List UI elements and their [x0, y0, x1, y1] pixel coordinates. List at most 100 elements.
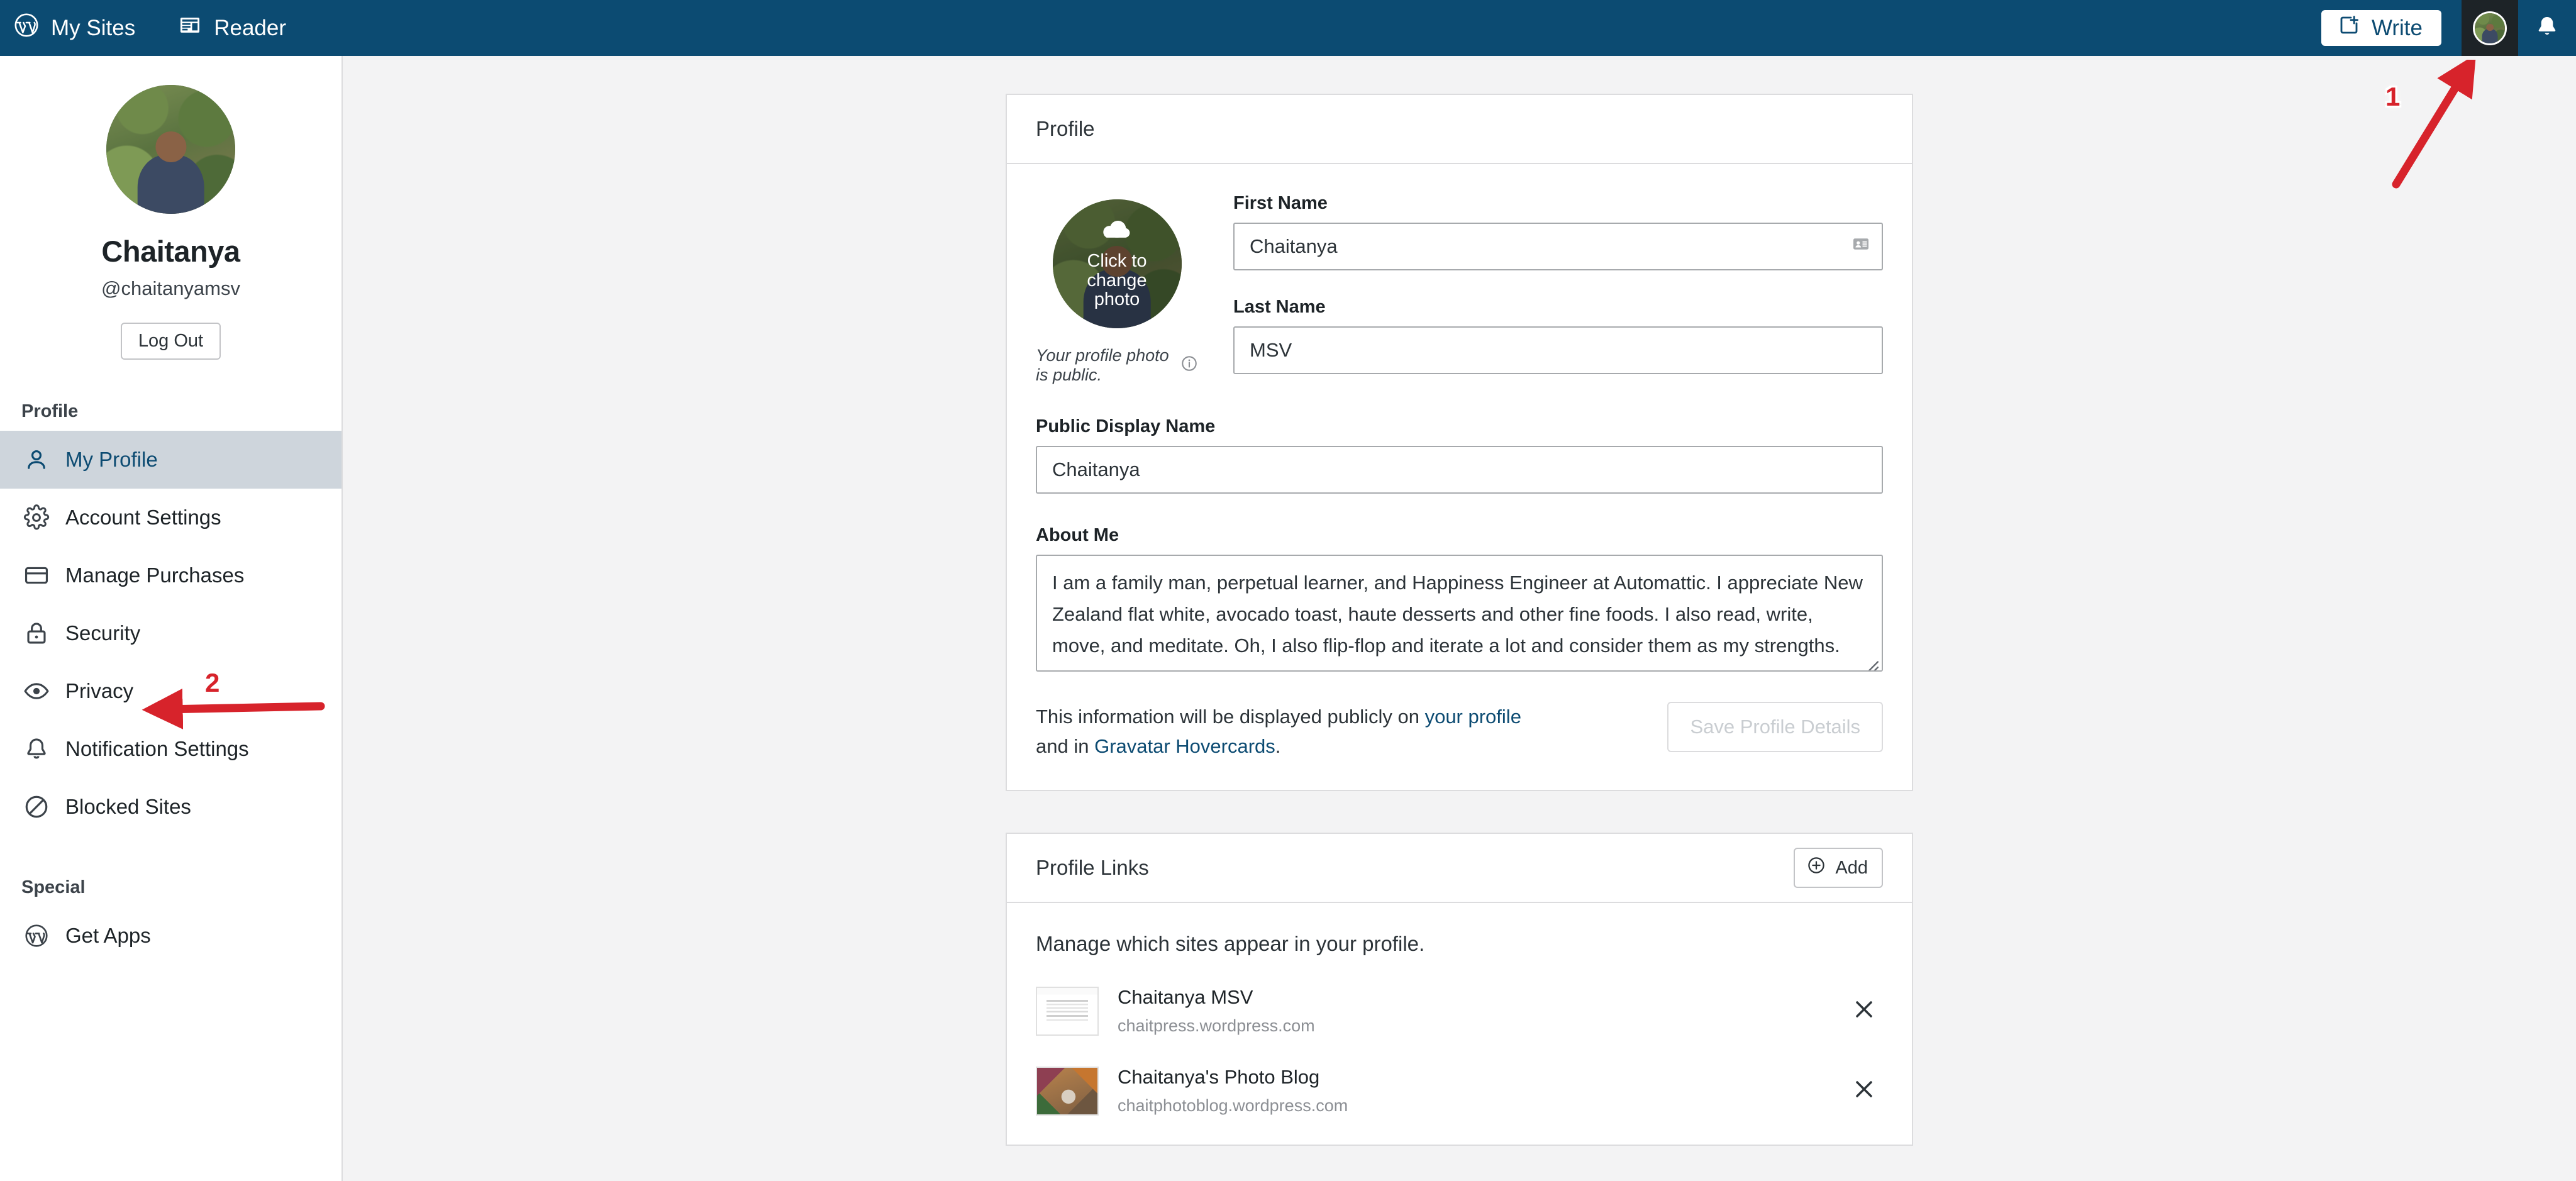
sidebar-handle: @chaitanyamsv [101, 277, 240, 299]
sidebar-item-blocked-sites[interactable]: Blocked Sites [0, 778, 341, 836]
cloud-upload-icon [1101, 218, 1133, 247]
remove-site-button[interactable] [1845, 992, 1883, 1030]
profile-links-body: Manage which sites appear in your profil… [1007, 903, 1912, 1145]
sidebar-section-title-special: Special [21, 877, 86, 897]
last-name-input[interactable]: MSV [1233, 326, 1883, 374]
profile-links-title: Profile Links [1036, 856, 1149, 880]
sidebar-item-label: Privacy [65, 679, 134, 702]
profile-links-card: Profile Links Add Manage which sites app… [1006, 833, 1913, 1146]
last-name-field-group: Last Name MSV [1233, 297, 1883, 374]
resize-handle-icon[interactable] [1863, 652, 1879, 670]
profile-links-header: Profile Links Add [1007, 834, 1912, 904]
sidebar-avatar[interactable] [106, 85, 235, 214]
close-x-icon [1850, 995, 1878, 1026]
display-name-value: Chaitanya [1052, 458, 1140, 480]
masthead-right-nav: Write [2321, 0, 2576, 56]
avatar-button[interactable] [2462, 0, 2518, 56]
sidebar-item-my-profile[interactable]: My Profile [0, 431, 341, 489]
notifications-bell-button[interactable] [2518, 0, 2576, 56]
site-title: Chaitanya MSV [1118, 986, 1253, 1009]
publicity-notice: This information will be displayed publi… [1036, 702, 1539, 761]
change-photo-label: Click to change photo [1087, 251, 1147, 310]
notifications-bell-icon [2534, 14, 2560, 42]
about-me-field-group: About Me I am a family man, perpetual le… [1036, 525, 1883, 672]
sidebar-item-label: Security [65, 621, 141, 645]
close-x-icon [1850, 1075, 1878, 1106]
site-thumbnail [1036, 1066, 1099, 1116]
bell-icon [23, 735, 50, 763]
profile-card-footer: This information will be displayed publi… [1036, 702, 1883, 761]
site-url: chaitpress.wordpress.com [1118, 1016, 1315, 1036]
photo-public-note: Your profile photo is public. [1036, 346, 1198, 385]
masthead-my-sites-label: My Sites [51, 15, 136, 40]
about-me-label: About Me [1036, 525, 1119, 545]
write-button-label: Write [2371, 15, 2423, 40]
site-meta: Chaitanya's Photo Blog chaitphotoblog.wo… [1118, 1066, 1826, 1116]
write-button[interactable]: Write [2321, 10, 2441, 46]
publicity-notice-suffix: . [1275, 735, 1281, 758]
write-post-icon [2338, 14, 2360, 42]
last-name-label: Last Name [1233, 297, 1326, 317]
masthead-reader[interactable]: Reader [157, 0, 308, 56]
last-name-value: MSV [1250, 339, 1292, 361]
display-name-label: Public Display Name [1036, 416, 1216, 436]
profile-photo-column: Click to change photo Your profile photo… [1036, 193, 1198, 385]
photo-public-note-text: Your profile photo is public. [1036, 346, 1169, 384]
sidebar: Chaitanya @chaitanyamsv Log Out Profile … [0, 56, 343, 1181]
add-profile-link-button[interactable]: Add [1794, 848, 1883, 889]
user-avatar-icon [2473, 11, 2507, 45]
sidebar-item-privacy[interactable]: Privacy [0, 662, 341, 720]
sidebar-item-label: Blocked Sites [65, 795, 191, 818]
profile-links-intro: Manage which sites appear in your profil… [1036, 932, 1425, 956]
user-icon [23, 446, 50, 474]
save-profile-details-button[interactable]: Save Profile Details [1667, 702, 1883, 752]
add-profile-link-label: Add [1835, 857, 1868, 878]
info-icon[interactable] [1180, 355, 1198, 377]
masthead: My Sites Reader Write [0, 0, 2576, 56]
block-icon [23, 793, 50, 821]
annotation-number-1: 1 [2385, 82, 2401, 111]
main-content: Profile Click to change photo Your profi… [343, 56, 2576, 1181]
masthead-my-sites[interactable]: My Sites [0, 0, 157, 56]
your-profile-link[interactable]: your profile [1425, 706, 1521, 728]
annotation-number-2: 2 [205, 668, 220, 697]
display-name-input[interactable]: Chaitanya [1036, 446, 1883, 494]
site-title: Chaitanya's Photo Blog [1118, 1066, 1320, 1089]
sidebar-item-notification-settings[interactable]: Notification Settings [0, 720, 341, 778]
profile-card-header: Profile [1007, 95, 1912, 164]
sidebar-item-label: Notification Settings [65, 737, 249, 760]
contact-card-icon[interactable] [1852, 235, 1870, 258]
masthead-left-nav: My Sites Reader [0, 0, 308, 56]
first-name-field-group: First Name Chaitanya [1233, 193, 1883, 270]
sidebar-profile-summary: Chaitanya @chaitanyamsv Log Out [0, 56, 341, 360]
name-fields-column: First Name Chaitanya Last Name MSV [1233, 193, 1883, 385]
plus-circle-icon [1806, 855, 1826, 880]
list-item[interactable]: Chaitanya's Photo Blog chaitphotoblog.wo… [1036, 1066, 1883, 1116]
page-title: Profile [1036, 117, 1095, 140]
list-item[interactable]: Chaitanya MSV chaitpress.wordpress.com [1036, 986, 1883, 1036]
first-name-input[interactable]: Chaitanya [1233, 223, 1883, 270]
wordpress-logo-icon [23, 922, 50, 950]
first-name-label: First Name [1233, 193, 1328, 213]
sidebar-item-label: Manage Purchases [65, 563, 245, 587]
site-url: chaitphotoblog.wordpress.com [1118, 1096, 1348, 1116]
profile-card: Profile Click to change photo Your profi… [1006, 94, 1913, 792]
site-meta: Chaitanya MSV chaitpress.wordpress.com [1118, 986, 1826, 1036]
eye-icon [23, 677, 50, 705]
first-name-value: Chaitanya [1250, 235, 1338, 257]
sidebar-item-label: My Profile [65, 448, 158, 471]
gravatar-hovercards-link[interactable]: Gravatar Hovercards [1094, 735, 1275, 757]
about-me-textarea[interactable]: I am a family man, perpetual learner, an… [1036, 555, 1883, 672]
logout-button[interactable]: Log Out [120, 323, 221, 360]
publicity-notice-prefix: This information will be displayed publi… [1036, 706, 1425, 728]
masthead-reader-label: Reader [214, 15, 286, 40]
remove-site-button[interactable] [1845, 1072, 1883, 1110]
sidebar-item-label: Account Settings [65, 506, 221, 529]
sidebar-item-security[interactable]: Security [0, 604, 341, 662]
sidebar-item-account-settings[interactable]: Account Settings [0, 489, 341, 546]
change-photo-overlay: Click to change photo [1052, 199, 1182, 328]
sidebar-section-title-profile: Profile [21, 401, 79, 421]
sidebar-item-manage-purchases[interactable]: Manage Purchases [0, 546, 341, 604]
sidebar-item-get-apps[interactable]: Get Apps [0, 907, 341, 965]
change-photo-button[interactable]: Click to change photo [1052, 199, 1182, 328]
